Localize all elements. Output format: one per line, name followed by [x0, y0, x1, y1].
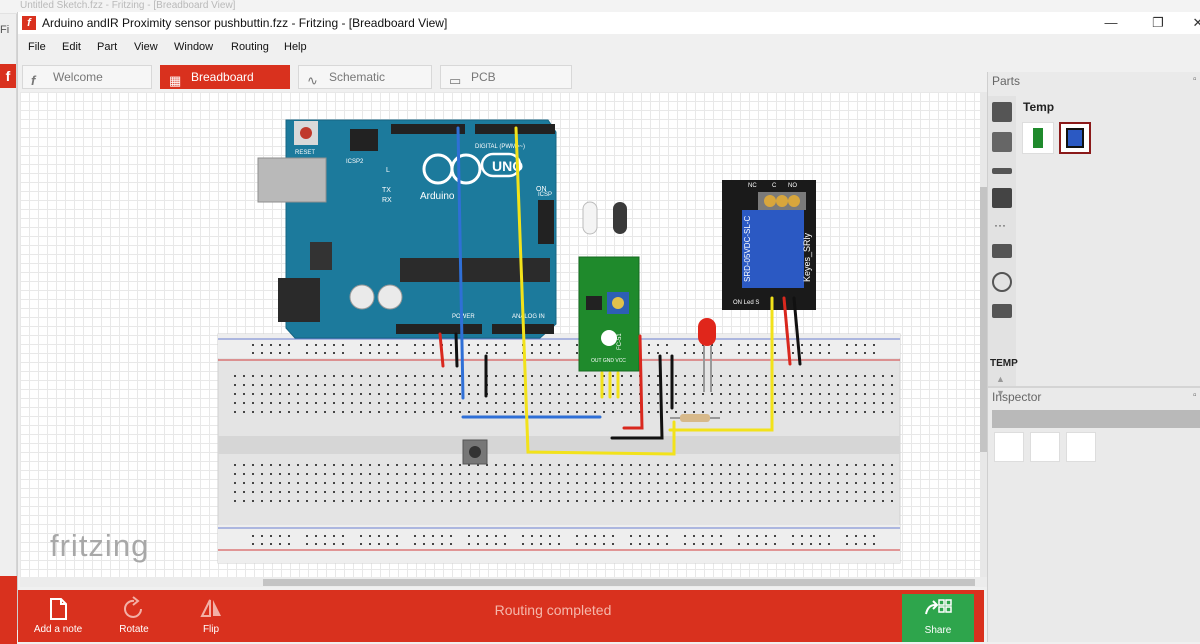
tab-schematic[interactable]: ∿ Schematic: [298, 65, 432, 89]
pcb-icon: ▭: [449, 73, 462, 88]
inspector-schematic-view-icon: [1030, 432, 1060, 462]
tab-breadboard[interactable]: ▦ Breadboard: [160, 65, 290, 89]
ir-sensor-model-label: FC-51: [617, 333, 623, 350]
inspector-panel-title: Inspector: [992, 390, 1042, 404]
menu-edit[interactable]: Edit: [62, 41, 81, 53]
background-toolbar-fragment: [0, 576, 17, 644]
relay-terminal-nc: NC: [748, 183, 757, 189]
minimize-button[interactable]: —: [1091, 12, 1131, 34]
tab-pcb[interactable]: ▭ PCB: [440, 65, 572, 89]
bin-ic-icon[interactable]: [992, 132, 1012, 152]
relay-model-label: SRD-05VDC-SL-C: [743, 216, 752, 282]
bin-more-icon[interactable]: ···: [994, 218, 1006, 232]
menu-view[interactable]: View: [134, 41, 158, 53]
inspector-float-icon[interactable]: ▫: [1193, 390, 1197, 401]
close-button[interactable]: ✕: [1178, 12, 1200, 34]
menu-file[interactable]: File: [28, 41, 46, 53]
title-bar: f Arduino andIR Proximity sensor pushbut…: [18, 12, 1200, 34]
reset-label: RESET: [295, 150, 315, 156]
schematic-icon: ∿: [307, 73, 318, 88]
inspector-breadboard-view-icon: [994, 432, 1024, 462]
ir-sensor-part-thumb[interactable]: [1022, 122, 1054, 154]
rotate-icon: [124, 596, 142, 618]
temp-bin-title: Temp: [1023, 100, 1055, 114]
circuit-drawing: UNO Arduino RESET ICSP2 ICSP DIGITAL (PW…: [217, 119, 901, 564]
bin-resistor-icon[interactable]: [992, 168, 1012, 174]
tab-welcome[interactable]: f Welcome: [22, 65, 152, 89]
fritzing-f-icon: f: [31, 73, 36, 88]
bin-antenna-icon[interactable]: [992, 272, 1012, 292]
power-header-label: POWER: [452, 314, 475, 320]
menu-help[interactable]: Help: [284, 41, 307, 53]
share-button[interactable]: Share: [902, 594, 974, 642]
tab-label: Schematic: [329, 70, 386, 84]
background-fritzing-icon: f: [0, 64, 16, 88]
add-note-button[interactable]: Add a note: [23, 590, 93, 642]
bin-button-icon[interactable]: [992, 188, 1012, 208]
breadboard-icon: ▦: [169, 73, 182, 88]
ir-sensor-pins-label: OUT GND VCC: [591, 358, 626, 364]
on-led-label: ON: [536, 186, 547, 193]
pushbutton[interactable]: [462, 439, 488, 465]
menu-part[interactable]: Part: [97, 41, 117, 53]
bin-temp-label[interactable]: TEMP: [990, 358, 1018, 369]
fritzing-window: f Arduino andIR Proximity sensor pushbut…: [17, 12, 1200, 642]
bin-motor-icon[interactable]: [992, 304, 1012, 318]
menu-bar: File Edit Part View Window Routing Help: [18, 37, 1200, 59]
parts-panel-float-icon[interactable]: ▫: [1193, 74, 1197, 85]
canvas-horizontal-scroll-thumb[interactable]: [263, 579, 975, 586]
menu-window[interactable]: Window: [174, 41, 213, 53]
tab-label: Breadboard: [191, 70, 254, 84]
rotate-button[interactable]: Rotate: [99, 590, 169, 642]
right-dock: Parts ▫ ··· TEMP ▲ ▼ Temp Inspector ▫: [987, 72, 1200, 642]
parts-panel-title: Parts: [992, 74, 1021, 88]
icsp2-label: ICSP2: [346, 159, 364, 165]
flip-button[interactable]: Flip: [176, 590, 246, 642]
analog-header-label: ANALOG IN: [512, 314, 545, 320]
relay-terminal-no: NO: [788, 183, 797, 189]
fritzing-watermark: fritzing: [50, 528, 150, 563]
routing-status: Routing completed: [494, 602, 612, 618]
restore-button[interactable]: ❐: [1138, 12, 1178, 34]
bin-relay-icon[interactable]: [992, 102, 1012, 122]
bin-battery-icon[interactable]: [992, 244, 1012, 258]
tab-label: Welcome: [53, 70, 103, 84]
fritzing-app-icon: f: [22, 16, 36, 30]
relay-module[interactable]: NC C NO SRD-05VDC-SL-C Keyes_SRly ON Led…: [722, 180, 816, 310]
parts-bin-list[interactable]: ··· TEMP ▲ ▼: [988, 96, 1018, 398]
relay-footer-label: ON Led S: [733, 300, 759, 306]
menu-routing[interactable]: Routing: [231, 41, 269, 53]
panel-divider: [988, 386, 1200, 388]
relay-part-thumb[interactable]: [1059, 122, 1091, 154]
tab-label: PCB: [471, 70, 496, 84]
ir-proximity-sensor[interactable]: FC-51 OUT GND VCC: [578, 201, 640, 372]
background-menu-hint: Fi: [0, 24, 10, 36]
flip-icon: [200, 599, 221, 617]
arduino-uno-board[interactable]: UNO Arduino RESET ICSP2 ICSP DIGITAL (PW…: [257, 119, 557, 339]
breadboard-canvas[interactable]: UNO Arduino RESET ICSP2 ICSP DIGITAL (PW…: [20, 92, 980, 577]
relay-brand-label: Keyes_SRly: [802, 232, 812, 282]
bin-scroll-up-icon[interactable]: ▲: [996, 374, 1005, 384]
tx-led-label: TX: [382, 187, 391, 194]
share-icon: [925, 599, 952, 615]
relay-terminal-c: C: [772, 183, 777, 189]
arduino-brand-label: Arduino: [420, 191, 455, 202]
background-window-edge: Fi f: [0, 14, 17, 644]
note-icon: [50, 598, 67, 620]
window-title: Arduino andIR Proximity sensor pushbutti…: [42, 16, 448, 30]
l-led-label: L: [386, 167, 390, 174]
rx-led-label: RX: [382, 197, 392, 204]
share-label: Share: [924, 625, 952, 636]
inspector-header-bar: [992, 410, 1200, 428]
inspector-pcb-view-icon: [1066, 432, 1096, 462]
breadboard[interactable]: [217, 333, 901, 564]
